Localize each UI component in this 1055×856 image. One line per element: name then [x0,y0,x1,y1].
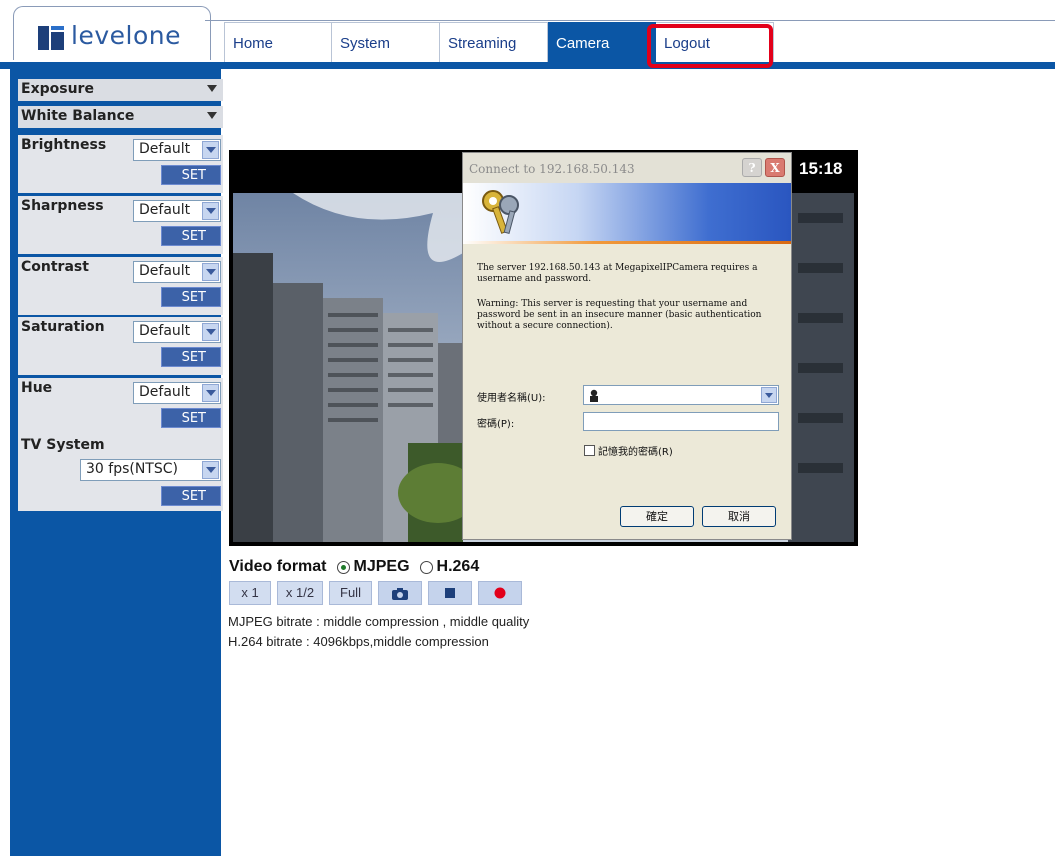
sharpness-set-button[interactable]: SET [161,226,221,246]
record-button[interactable] [478,581,522,605]
password-field[interactable] [583,412,779,431]
exposure-label: Exposure [21,81,94,97]
dialog-warning: Warning: This server is requesting that … [477,299,762,331]
dialog-titlebar: Connect to 192.168.50.143 ? X [463,153,791,183]
chevron-down-icon [202,202,219,220]
chevron-down-icon [202,323,219,341]
brightness-panel: Brightness Default SET [18,135,223,193]
tv-system-set-button[interactable]: SET [161,486,221,506]
login-dialog: Connect to 192.168.50.143 ? X The server… [462,152,792,540]
nav-top-line [205,20,1055,21]
hue-select[interactable]: Default [133,382,221,404]
tv-system-panel: TV System 30 fps(NTSC) SET [18,435,223,511]
h264-radio[interactable] [419,560,433,574]
help-icon[interactable]: ? [742,158,762,177]
tab-home[interactable]: Home [224,22,332,63]
dialog-message: The server 192.168.50.143 at MegapixelIP… [477,263,758,284]
stop-icon [445,588,455,598]
brightness-value: Default [139,141,191,157]
white-balance-arrow-icon [207,112,217,119]
logo-text-one: one [132,21,181,50]
hue-label: Hue [21,380,53,396]
sharpness-label: Sharpness [21,198,104,214]
sharpness-panel: Sharpness Default SET [18,196,223,254]
video-clock: 15:18 [799,159,843,178]
levelone-logo-text: levelone [71,21,181,50]
fullscreen-button[interactable]: Full [329,581,372,605]
mjpeg-label: MJPEG [353,558,410,575]
user-icon [590,389,598,402]
hue-value: Default [139,384,191,400]
mjpeg-radio[interactable] [336,560,350,574]
contrast-set-button[interactable]: SET [161,287,221,307]
saturation-label: Saturation [21,319,105,335]
brightness-set-button[interactable]: SET [161,165,221,185]
brightness-select[interactable]: Default [133,139,221,161]
white-balance-menu[interactable]: White Balance [18,106,223,128]
logo-text-level: level [71,21,133,50]
sidebar: Exposure White Balance Brightness Defaul… [10,69,223,856]
camera-icon [392,588,408,600]
sharpness-select[interactable]: Default [133,200,221,222]
tv-system-label: TV System [21,437,105,453]
logo-box: levelone [13,6,211,60]
h264-label: H.264 [436,558,480,575]
remember-password-label: 記憶我的密碼(R) [598,447,673,458]
video-format-row: Video format MJPEG H.264 [229,558,479,576]
hue-panel: Hue Default SET [18,378,223,436]
keys-icon [482,190,519,235]
contrast-select[interactable]: Default [133,261,221,283]
username-field[interactable] [583,385,779,405]
tv-system-value: 30 fps(NTSC) [86,461,178,477]
password-label: 密碼(P): [477,419,515,430]
chevron-down-icon [202,384,219,402]
levelone-logo-icon [38,26,64,50]
dialog-banner [463,183,791,241]
hue-set-button[interactable]: SET [161,408,221,428]
dialog-banner-line [463,241,791,244]
ok-button[interactable]: 確定 [620,506,694,527]
dialog-title: Connect to 192.168.50.143 [469,162,635,176]
checkbox-box[interactable] [584,445,595,456]
nav-blue-bar [0,62,1055,69]
remember-password-checkbox[interactable]: 記憶我的密碼(R) [584,443,673,458]
snapshot-button[interactable] [378,581,422,605]
zoom-half-button[interactable]: x 1/2 [277,581,323,605]
tab-logout[interactable]: Logout [656,22,774,63]
brightness-label: Brightness [21,137,107,153]
tv-system-select[interactable]: 30 fps(NTSC) [80,459,221,481]
exposure-menu[interactable]: Exposure [18,79,223,101]
zoom-x1-button[interactable]: x 1 [229,581,271,605]
saturation-panel: Saturation Default SET [18,317,223,375]
tab-system[interactable]: System [332,22,440,63]
tab-streaming[interactable]: Streaming [440,22,548,63]
chevron-down-icon [202,141,219,159]
contrast-panel: Contrast Default SET [18,257,223,315]
cancel-button[interactable]: 取消 [702,506,776,527]
main-nav: Home System Streaming Camera Logout [224,22,774,63]
exposure-arrow-icon [207,85,217,92]
chevron-down-icon[interactable] [761,387,777,403]
username-label: 使用者名稱(U): [477,393,546,404]
contrast-label: Contrast [21,259,89,275]
h264-bitrate-text: H.264 bitrate : 4096kbps,middle compress… [228,634,489,649]
chevron-down-icon [202,461,219,479]
saturation-value: Default [139,323,191,339]
saturation-select[interactable]: Default [133,321,221,343]
white-balance-label: White Balance [21,108,135,124]
close-icon[interactable]: X [765,158,785,177]
mjpeg-bitrate-text: MJPEG bitrate : middle compression , mid… [228,614,530,629]
sharpness-value: Default [139,202,191,218]
stop-button[interactable] [428,581,472,605]
tab-camera[interactable]: Camera [548,22,656,63]
saturation-set-button[interactable]: SET [161,347,221,367]
chevron-down-icon [202,263,219,281]
video-format-label: Video format [229,558,327,575]
contrast-value: Default [139,263,191,279]
record-icon [494,587,506,599]
